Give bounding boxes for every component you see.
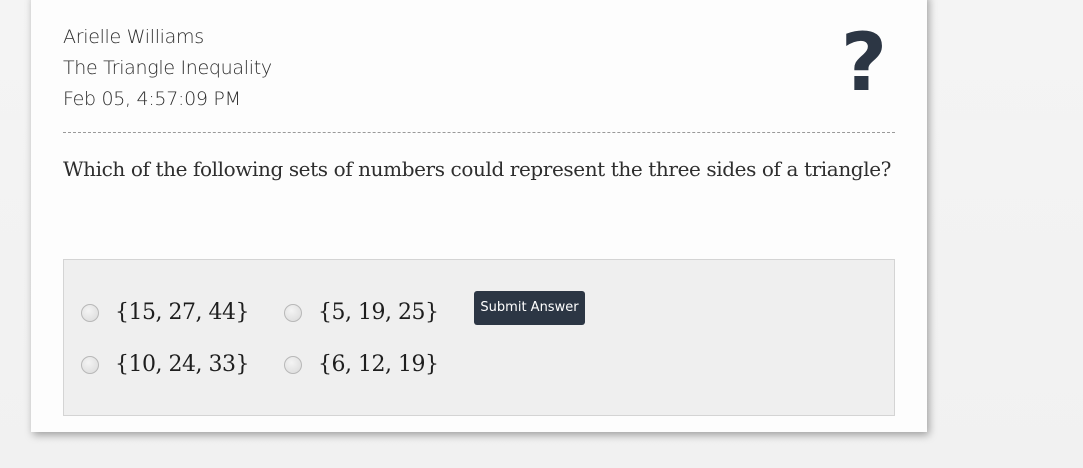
timestamp: Feb 05, 4:57:09 PM [63,88,241,110]
choice-option-4[interactable]: {6, 12, 19} [284,352,439,377]
divider [63,132,895,133]
choice-label: {15, 27, 44} [115,300,249,325]
question-mark-icon[interactable]: ? [839,22,889,104]
choice-option-2[interactable]: {5, 19, 25} [284,300,439,325]
choice-option-1[interactable]: {15, 27, 44} [81,300,249,325]
choice-label: {5, 19, 25} [318,300,439,325]
student-name: Arielle Williams [63,26,204,48]
question-card: Arielle Williams The Triangle Inequality… [31,0,927,432]
question-text: Which of the following sets of numbers c… [63,157,891,181]
choice-option-3[interactable]: {10, 24, 33} [81,352,249,377]
submit-answer-button[interactable]: Submit Answer [474,291,585,325]
question-meta: Arielle Williams The Triangle Inequality… [63,22,272,115]
choice-label: {10, 24, 33} [115,352,249,377]
radio-button[interactable] [81,303,99,322]
radio-button[interactable] [284,355,302,374]
choice-label: {6, 12, 19} [318,352,439,377]
answer-area: {15, 27, 44} {5, 19, 25} {10, 24, 33} {6… [63,259,895,416]
topic-title: The Triangle Inequality [63,57,272,79]
radio-button[interactable] [284,303,302,322]
radio-button[interactable] [81,355,99,374]
